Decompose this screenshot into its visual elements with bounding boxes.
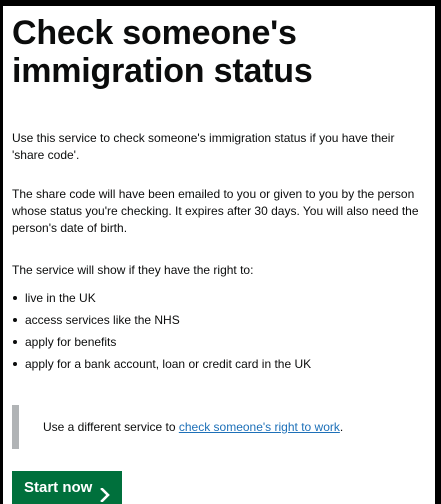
inset-text-suffix: . <box>339 420 344 434</box>
right-to-work-link[interactable]: check someone's right to work <box>179 420 340 434</box>
page: Check someone's immigration status Use t… <box>3 6 435 504</box>
start-button-label: Start now <box>24 479 93 496</box>
inset-text: Use a different service to check someone… <box>43 419 343 436</box>
list-item: live in the UK <box>12 290 428 307</box>
list-item: access services like the NHS <box>12 312 428 329</box>
intro-paragraph-expiry: The share code will have been emailed to… <box>12 187 419 235</box>
start-now-button[interactable]: Start now <box>12 471 123 504</box>
chevron-right-icon <box>100 481 111 503</box>
inset-text-prefix: Use a different service to <box>43 420 179 434</box>
page-title: Check someone's immigration status <box>12 14 313 90</box>
inset-text-panel: Use a different service to check someone… <box>12 405 422 449</box>
intro-paragraph-share-code: Use this service to check someone's immi… <box>12 131 395 162</box>
list-item: apply for a bank account, loan or credit… <box>12 356 428 373</box>
intro-paragraph-rights: The service will show if they have the r… <box>12 263 254 277</box>
rights-list: live in the UK access services like the … <box>12 290 428 378</box>
list-item: apply for benefits <box>12 334 428 351</box>
